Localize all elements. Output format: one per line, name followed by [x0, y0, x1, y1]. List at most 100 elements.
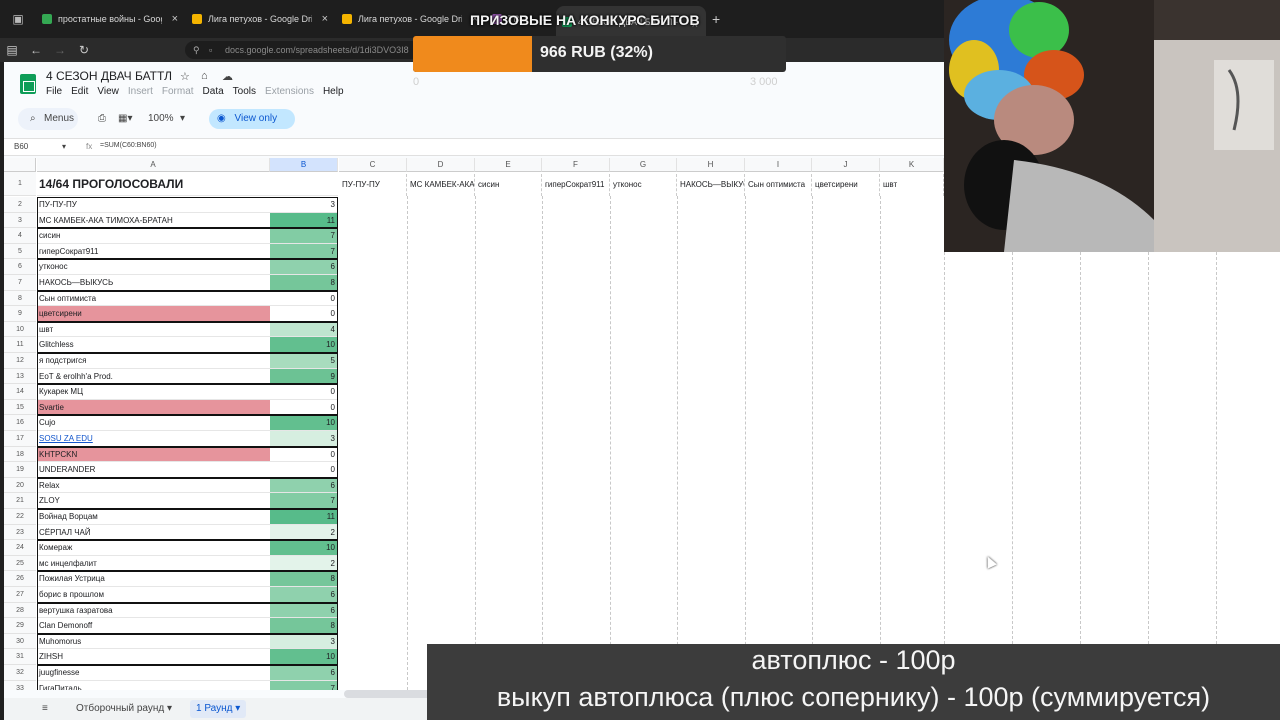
- participant-name-cell[interactable]: SOSU ZA EDU: [37, 431, 270, 447]
- row-number[interactable]: 18: [4, 446, 36, 463]
- header-cell-f[interactable]: гиперСократ911: [542, 174, 610, 196]
- participant-name-cell[interactable]: Relax: [37, 478, 270, 494]
- sheet-tab-qualifier[interactable]: Отборочный раунд ▾: [76, 703, 172, 714]
- row-number[interactable]: 30: [4, 633, 36, 650]
- participant-name-cell[interactable]: сисин: [37, 228, 270, 244]
- spreadsheet-grid[interactable]: A B C D E F G H I J K 1 14/64 ПРОГОЛОСОВАЛИ ПУ-ПУ-ПУ М…: [4, 158, 944, 690]
- score-cell[interactable]: 8: [270, 571, 338, 587]
- formula-input[interactable]: =SUM(C60:BN60): [100, 142, 157, 149]
- menu-item[interactable]: Extensions: [265, 86, 314, 97]
- print-icon[interactable]: ⎙: [98, 113, 106, 124]
- row-number[interactable]: 22: [4, 509, 36, 525]
- participant-name-cell[interactable]: НАКОСЬ—ВЫКУСЬ: [37, 275, 270, 291]
- participant-name-cell[interactable]: Сын оптимиста: [37, 291, 270, 307]
- tab-search-icon[interactable]: ▣: [0, 0, 36, 38]
- participant-name-cell[interactable]: KHTPCKN: [37, 446, 270, 463]
- participant-name-cell[interactable]: СЁРПАЛ ЧАЙ: [37, 525, 270, 541]
- site-info-icon[interactable]: ⚲: [193, 41, 200, 59]
- score-cell[interactable]: 6: [270, 587, 338, 603]
- close-tab-icon[interactable]: ×: [172, 13, 178, 25]
- score-cell[interactable]: 5: [270, 353, 338, 369]
- score-cell[interactable]: 7: [270, 493, 338, 509]
- header-cell-g[interactable]: утконос: [610, 174, 677, 196]
- row-number[interactable]: 1: [4, 172, 36, 196]
- score-cell[interactable]: 7: [270, 228, 338, 244]
- row-number[interactable]: 14: [4, 384, 36, 400]
- score-cell[interactable]: 11: [270, 212, 338, 229]
- score-cell[interactable]: 10: [270, 415, 338, 431]
- row-number[interactable]: 23: [4, 524, 36, 541]
- score-cell[interactable]: 10: [270, 337, 338, 353]
- menu-item[interactable]: View: [97, 86, 119, 97]
- cloud-status-icon[interactable]: ☁: [222, 70, 233, 83]
- participant-name-cell[interactable]: Войнад Ворцам: [37, 509, 270, 525]
- all-sheets-icon[interactable]: ≡: [42, 703, 48, 714]
- score-cell[interactable]: 7: [270, 243, 338, 260]
- menu-item[interactable]: File: [46, 86, 62, 97]
- close-tab-icon[interactable]: ×: [322, 13, 328, 25]
- row-number[interactable]: 7: [4, 275, 36, 291]
- row-number[interactable]: 2: [4, 197, 36, 213]
- column-header-j[interactable]: J: [812, 158, 880, 172]
- row-number[interactable]: 9: [4, 306, 36, 322]
- url-field[interactable]: ⚲ ▫ docs.google.com/spreadsheets/d/1di3D…: [185, 41, 420, 59]
- header-cell-d[interactable]: МС КАМБЕК-АКА: [407, 174, 475, 196]
- row-number[interactable]: 5: [4, 243, 36, 260]
- column-header-i[interactable]: I: [745, 158, 812, 172]
- browser-tab[interactable]: простатные войны - Google Sh ×: [36, 0, 186, 38]
- participant-name-cell[interactable]: гиперСократ911: [37, 244, 270, 260]
- participant-name-cell[interactable]: вертушка газратова: [37, 603, 270, 619]
- participant-name-cell[interactable]: Muhomorus: [37, 634, 270, 650]
- zoom-select[interactable]: 100%: [148, 113, 174, 124]
- score-cell[interactable]: 9: [270, 368, 338, 385]
- participant-name-cell[interactable]: мс инцелфалит: [37, 556, 270, 572]
- column-header-e[interactable]: E: [475, 158, 542, 172]
- participant-name-cell[interactable]: Clan Demonoff: [37, 618, 270, 634]
- new-tab-button[interactable]: +: [712, 11, 720, 27]
- row-number[interactable]: 12: [4, 353, 36, 369]
- move-icon[interactable]: ⌂: [201, 70, 208, 82]
- sheets-logo-icon[interactable]: [20, 74, 36, 94]
- row-number[interactable]: 3: [4, 212, 36, 229]
- row-number[interactable]: 4: [4, 228, 36, 244]
- column-header-g[interactable]: G: [610, 158, 677, 172]
- row-number[interactable]: 13: [4, 368, 36, 385]
- horizontal-scrollbar[interactable]: [344, 690, 434, 698]
- score-cell[interactable]: 0: [270, 306, 338, 322]
- row-number[interactable]: 26: [4, 571, 36, 587]
- select-all-corner[interactable]: [4, 158, 36, 172]
- participant-name-cell[interactable]: Комераж: [37, 540, 270, 556]
- row-number[interactable]: 33: [4, 680, 36, 690]
- score-cell[interactable]: 6: [270, 477, 338, 494]
- score-cell[interactable]: 0: [270, 384, 338, 400]
- sheet-tab-round1[interactable]: 1 Раунд ▾: [190, 700, 247, 718]
- browser-tab[interactable]: Лига петухов - Google Drive ×: [336, 0, 486, 38]
- score-cell[interactable]: 2: [270, 555, 338, 572]
- column-header-a[interactable]: A: [37, 158, 270, 172]
- score-cell[interactable]: 7: [270, 680, 338, 690]
- participant-name-cell[interactable]: Пожилая Устрица: [37, 571, 270, 587]
- participant-name-cell[interactable]: ГигаПиталь: [37, 681, 270, 690]
- row-number[interactable]: 10: [4, 321, 36, 338]
- forward-icon[interactable]: →: [48, 43, 72, 57]
- participant-name-cell[interactable]: я подстригся: [37, 353, 270, 369]
- header-cell-e[interactable]: сисин: [475, 174, 542, 196]
- score-cell[interactable]: 0: [270, 290, 338, 307]
- reload-icon[interactable]: ↻: [72, 43, 96, 57]
- score-cell[interactable]: 10: [270, 649, 338, 665]
- row-number[interactable]: 21: [4, 493, 36, 509]
- score-cell[interactable]: 6: [270, 602, 338, 619]
- column-header-h[interactable]: H: [677, 158, 745, 172]
- score-cell[interactable]: 0: [270, 446, 338, 463]
- score-cell[interactable]: 3: [270, 197, 338, 213]
- view-only-button[interactable]: ◉ View only: [209, 109, 295, 129]
- row-number[interactable]: 24: [4, 540, 36, 556]
- header-cell-c[interactable]: ПУ-ПУ-ПУ: [339, 174, 407, 196]
- participant-name-cell[interactable]: Svartie: [37, 399, 270, 416]
- row-number[interactable]: 31: [4, 649, 36, 665]
- row-number[interactable]: 25: [4, 555, 36, 572]
- score-cell[interactable]: 3: [270, 633, 338, 650]
- header-cell-k[interactable]: швт: [880, 174, 944, 196]
- paint-format-icon[interactable]: ▦▾: [118, 113, 132, 124]
- score-cell[interactable]: 0: [270, 399, 338, 416]
